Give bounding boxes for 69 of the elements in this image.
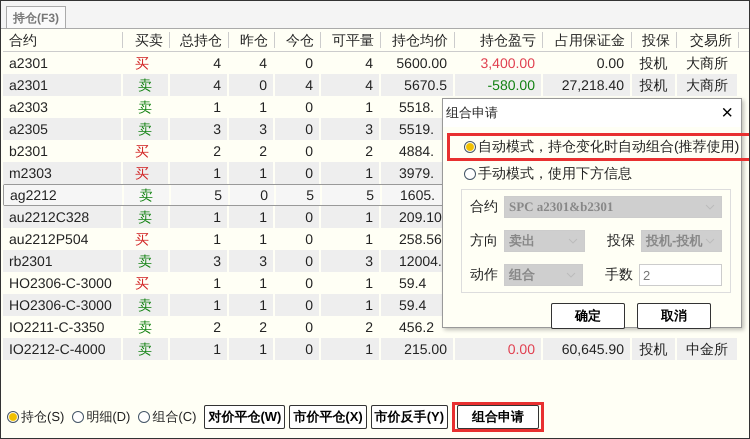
column-header: 交易所	[677, 32, 739, 48]
table-cell: ag2212	[4, 185, 124, 205]
table-cell: 0	[275, 338, 321, 360]
column-header: 总持仓	[170, 32, 229, 48]
table-cell: m2303	[3, 162, 123, 184]
table-cell: rb2301	[3, 250, 123, 272]
column-header: 占用保证金	[543, 32, 632, 48]
table-cell: 4	[275, 74, 321, 96]
table-cell: 买	[123, 162, 170, 184]
table-cell: 3	[321, 118, 381, 140]
column-header: 持仓均价	[381, 32, 455, 48]
table-cell: 215.00	[381, 338, 455, 360]
table-cell: a2305	[3, 118, 123, 140]
table-cell: HO2306-C-3000	[3, 294, 123, 316]
table-cell: 卖	[123, 338, 170, 360]
table-cell: IO2212-C-4000	[3, 338, 123, 360]
field-label: 方向	[470, 232, 498, 250]
table-cell: 3	[321, 250, 381, 272]
table-cell: 3	[229, 250, 275, 272]
table-cell: 卖	[123, 206, 170, 228]
table-cell: 0	[275, 118, 321, 140]
table-cell: 卖	[123, 118, 170, 140]
table-cell: 0	[229, 74, 275, 96]
table-cell: 1	[170, 294, 229, 316]
table-cell: 4	[321, 74, 381, 96]
field-label: 合约	[470, 198, 498, 216]
table-cell: a2301	[3, 74, 123, 96]
table-cell: 0	[275, 294, 321, 316]
table-cell: 1	[229, 206, 275, 228]
column-header: 投保	[632, 32, 677, 48]
table-cell: 大商所	[677, 74, 739, 96]
table-cell: 3	[170, 118, 229, 140]
table-cell: 1	[229, 338, 275, 360]
table-cell: 5670.5	[381, 74, 455, 96]
table-cell: 0	[275, 162, 321, 184]
table-cell: 1	[321, 162, 381, 184]
table-cell: 0	[275, 250, 321, 272]
field-label: 动作	[470, 266, 498, 284]
table-cell: 卖	[123, 294, 170, 316]
column-header: 可平量	[321, 32, 381, 48]
table-cell: 1	[170, 338, 229, 360]
table-cell: au2212C328	[3, 206, 123, 228]
table-cell: 0.00	[455, 338, 543, 360]
column-header: 昨仓	[229, 32, 275, 48]
table-cell: -580.00	[455, 74, 543, 96]
table-cell: 1	[321, 294, 381, 316]
table-cell: 1	[170, 206, 229, 228]
column-header: 持仓盈亏	[455, 32, 543, 48]
table-cell: 60,645.90	[543, 338, 632, 360]
table-cell: 1	[170, 162, 229, 184]
table-cell: 1	[229, 162, 275, 184]
table-cell: 中金所	[677, 338, 739, 360]
table-cell: 27,218.40	[543, 74, 632, 96]
column-header: 买卖	[123, 32, 170, 48]
table-cell: 卖	[123, 74, 170, 96]
table-cell: 投机	[632, 338, 677, 360]
table-cell: 卖	[123, 250, 170, 272]
field-label: 投保	[607, 232, 635, 250]
table-cell: 0	[275, 206, 321, 228]
table-cell: 4	[170, 74, 229, 96]
table-cell: 投机	[632, 74, 677, 96]
column-header: 今仓	[275, 32, 321, 48]
table-cell: 1	[229, 294, 275, 316]
table-cell: 1	[321, 338, 381, 360]
column-header: 合约	[3, 32, 123, 48]
table-cell: 3	[229, 118, 275, 140]
table-cell: 1	[321, 206, 381, 228]
field-label: 手数	[605, 266, 633, 284]
table-cell: 3	[170, 250, 229, 272]
